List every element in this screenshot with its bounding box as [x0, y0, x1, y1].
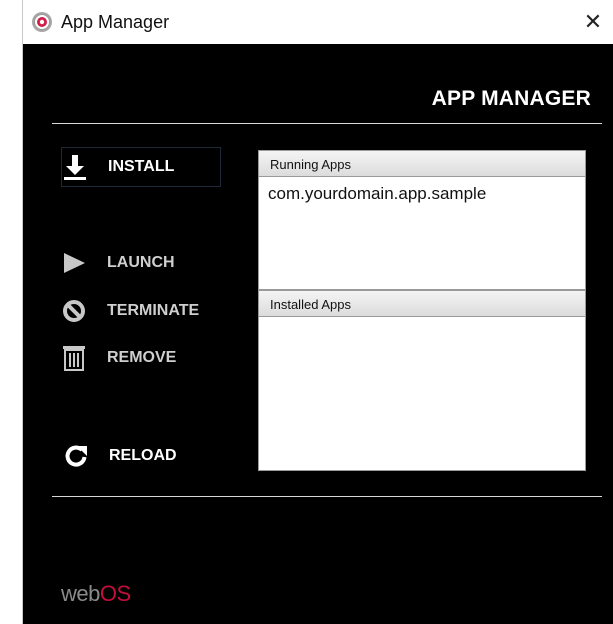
install-label: INSTALL — [108, 158, 175, 175]
running-apps-header: Running Apps — [259, 151, 585, 177]
terminate-label: TERMINATE — [107, 302, 200, 319]
play-icon — [61, 250, 87, 276]
reload-label: RELOAD — [109, 447, 177, 464]
installed-apps-panel: Installed Apps — [258, 290, 586, 471]
app-window: App Manager ✕ APP MANAGER INSTALL LAUNCH… — [22, 0, 613, 624]
page-title: APP MANAGER — [431, 87, 591, 110]
installed-apps-header: Installed Apps — [259, 291, 585, 317]
download-icon — [62, 154, 88, 180]
prohibit-icon — [61, 298, 87, 324]
window-title: App Manager — [61, 12, 170, 32]
app-manager-panel: APP MANAGER INSTALL LAUNCH TERMINATE REM… — [23, 44, 613, 624]
running-apps-list[interactable]: com.yourdomain.app.sample — [259, 177, 585, 204]
terminate-button[interactable]: TERMINATE — [61, 291, 221, 331]
remove-button[interactable]: REMOVE — [61, 338, 221, 378]
header-divider — [52, 123, 602, 124]
logo-os-text: OS — [99, 581, 131, 606]
list-item[interactable]: com.yourdomain.app.sample — [268, 184, 585, 204]
footer-divider — [52, 496, 602, 497]
installed-apps-list[interactable] — [259, 317, 585, 324]
reload-icon — [63, 443, 89, 469]
running-apps-panel: Running Apps com.yourdomain.app.sample — [258, 150, 586, 290]
close-button[interactable]: ✕ — [578, 6, 608, 38]
install-button[interactable]: INSTALL — [61, 147, 221, 187]
reload-button[interactable]: RELOAD — [63, 436, 223, 476]
remove-label: REMOVE — [107, 349, 177, 366]
gear-icon — [31, 11, 53, 33]
launch-button[interactable]: LAUNCH — [61, 243, 221, 283]
close-icon: ✕ — [583, 9, 603, 34]
launch-label: LAUNCH — [107, 254, 175, 271]
webos-logo: webOS — [61, 581, 131, 607]
logo-web-text: web — [61, 581, 100, 606]
title-bar[interactable]: App Manager ✕ — [23, 0, 613, 44]
trash-icon — [61, 345, 87, 371]
